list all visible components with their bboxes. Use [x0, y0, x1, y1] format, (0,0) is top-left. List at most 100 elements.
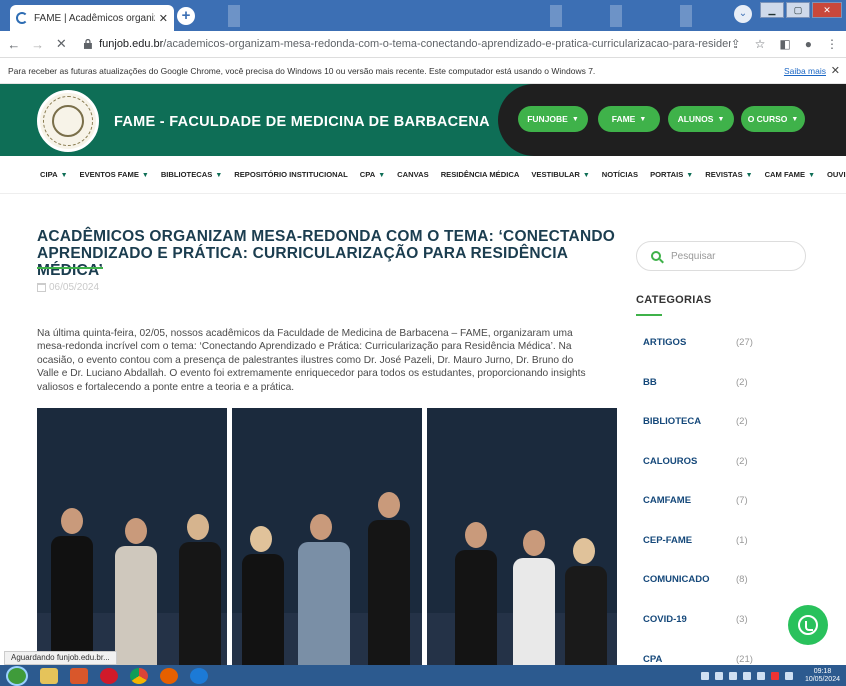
event-photo[interactable]: [427, 408, 617, 668]
article-date: 06/05/2024: [37, 282, 99, 293]
photo-person: [561, 468, 611, 668]
whatsapp-icon: [798, 615, 818, 635]
category-link[interactable]: CALOUROS: [643, 456, 697, 467]
tab-title: FAME | Acadêmicos organizam m: [34, 12, 155, 24]
search-icon: [651, 251, 661, 261]
menu-kebab-icon[interactable]: ⋮: [826, 37, 838, 51]
fame-logo[interactable]: [37, 90, 99, 152]
windows-taskbar: 09:18 10/05/2024: [0, 665, 846, 686]
chevron-down-icon: ▼: [571, 115, 579, 123]
chevron-down-icon: ▼: [639, 115, 647, 123]
stop-loading-icon[interactable]: ✕: [51, 36, 71, 52]
event-photo[interactable]: [232, 408, 422, 668]
infobar-message: Para receber as futuras atualizações do …: [8, 65, 596, 76]
menu-item-portais[interactable]: PORTAIS ▼: [650, 170, 693, 179]
url-path: /academicos-organizam-mesa-redonda-com-o…: [163, 38, 731, 50]
menu-item-eventos-fame[interactable]: EVENTOS FAME ▼: [80, 170, 149, 179]
internet-explorer-icon[interactable]: [190, 667, 208, 684]
url-field[interactable]: funjob.edu.br/academicos-organizam-mesa-…: [99, 38, 731, 50]
lock-icon[interactable]: [83, 39, 93, 49]
search-input[interactable]: Pesquisar: [636, 241, 806, 271]
alunos-menu-button[interactable]: ALUNOS ▼: [668, 106, 734, 132]
category-link[interactable]: CPA: [643, 654, 662, 665]
menu-item-cipa[interactable]: CIPA ▼: [40, 170, 68, 179]
photo-person: [47, 468, 97, 668]
whatsapp-chat-button[interactable]: [788, 605, 828, 645]
funjobe-menu-button[interactable]: FUNJOBE ▼: [518, 106, 588, 132]
action-center-icon[interactable]: [784, 671, 793, 680]
close-window-button[interactable]: ✕: [812, 2, 842, 18]
o-curso-menu-button[interactable]: O CURSO ▼: [741, 106, 805, 132]
fame-menu-button[interactable]: FAME ▼: [598, 106, 660, 132]
photo-person: [507, 468, 563, 668]
category-link[interactable]: COVID-19: [643, 614, 687, 625]
menu-item-label: RESIDÊNCIA MÉDICA: [440, 170, 520, 179]
tray-icon[interactable]: [714, 671, 723, 680]
opera-icon[interactable]: [100, 667, 118, 684]
menu-item-vestibular[interactable]: VESTIBULAR ▼: [531, 170, 589, 179]
share-icon[interactable]: ⇪: [731, 37, 741, 51]
status-bubble: Aguardando funjob.edu.br...: [4, 651, 117, 665]
update-infobar: Para receber as futuras atualizações do …: [0, 58, 846, 84]
menu-item-canvas[interactable]: CANVAS: [397, 170, 429, 179]
photo-torso: [242, 554, 284, 668]
main-menu: CIPA ▼ EVENTOS FAME ▼ BIBLIOTECAS ▼ REPOSITÓRI…: [0, 156, 846, 194]
minimize-button[interactable]: ▁: [760, 2, 784, 18]
new-tab-button[interactable]: +: [177, 7, 195, 25]
file-explorer-icon[interactable]: [40, 667, 58, 684]
menu-item-label: VESTIBULAR: [531, 170, 580, 179]
clock-date: 10/05/2024: [804, 675, 840, 683]
back-icon[interactable]: ←: [4, 37, 24, 52]
fame-label: FAME: [611, 114, 636, 124]
close-tab-icon[interactable]: ✕: [159, 12, 168, 25]
profile-icon[interactable]: ●: [805, 37, 812, 51]
menu-item-label: CPA: [359, 170, 376, 179]
menu-item-revistas[interactable]: REVISTAS ▼: [705, 170, 752, 179]
menu-item-not-cias[interactable]: NOTÍCIAS: [602, 170, 638, 179]
menu-item-label: CAM FAME: [764, 170, 806, 179]
category-link[interactable]: CEP-FAME: [643, 535, 692, 546]
close-infobar-icon[interactable]: ✕: [831, 64, 840, 77]
funjobe-label: FUNJOBE: [527, 114, 568, 124]
firefox-icon[interactable]: [160, 667, 178, 684]
browser-tab[interactable]: FAME | Acadêmicos organizam m ✕: [10, 5, 174, 31]
menu-item-resid-ncia-m-dica[interactable]: RESIDÊNCIA MÉDICA: [441, 170, 520, 179]
sidepanel-icon[interactable]: ◧: [779, 37, 790, 51]
menu-item-ouvidoria[interactable]: OUVIDORIA: [827, 170, 846, 179]
security-icon[interactable]: [770, 671, 779, 680]
tray-icon[interactable]: [700, 671, 709, 680]
event-photo[interactable]: [37, 408, 227, 668]
menu-item-cpa[interactable]: CPA ▼: [360, 170, 385, 179]
network-icon[interactable]: [728, 671, 737, 680]
category-link[interactable]: CAMFAME: [643, 495, 691, 506]
photo-head: [187, 514, 209, 540]
caret-down-icon: ▼: [808, 172, 816, 179]
category-link[interactable]: ARTIGOS: [643, 337, 686, 348]
background-window-icon: [550, 5, 562, 27]
photo-person: [107, 468, 167, 668]
bookmark-star-icon[interactable]: ☆: [755, 37, 766, 51]
menu-item-cam-fame[interactable]: CAM FAME ▼: [765, 170, 815, 179]
volume-icon[interactable]: [742, 671, 751, 680]
photo-torso: [368, 520, 410, 668]
caret-down-icon: ▼: [378, 172, 386, 179]
office-icon[interactable]: [70, 667, 88, 684]
tray-icon[interactable]: [756, 671, 765, 680]
photo-torso: [115, 546, 157, 668]
learn-more-link[interactable]: Saiba mais: [784, 66, 826, 76]
menu-item-reposit-rio-institucional[interactable]: REPOSITÓRIO INSTITUCIONAL: [234, 170, 348, 179]
site-title[interactable]: FAME - FACULDADE DE MEDICINA DE BARBACEN…: [114, 114, 490, 130]
category-link[interactable]: COMUNICADO: [643, 574, 710, 585]
forward-icon[interactable]: →: [28, 37, 48, 52]
start-button[interactable]: [6, 665, 28, 686]
tab-search-icon[interactable]: ⌄: [734, 5, 752, 23]
category-count: (1): [736, 535, 748, 546]
maximize-button[interactable]: ▢: [786, 2, 810, 18]
taskbar-clock[interactable]: 09:18 10/05/2024: [805, 668, 840, 684]
menu-item-bibliotecas[interactable]: BIBLIOTECAS ▼: [161, 170, 222, 179]
menu-item-label: CANVAS: [397, 170, 429, 179]
chrome-icon[interactable]: [130, 667, 148, 684]
category-link[interactable]: BIBLIOTECA: [643, 416, 701, 427]
url-host: funjob.edu.br: [99, 38, 164, 50]
category-link[interactable]: BB: [643, 377, 657, 388]
